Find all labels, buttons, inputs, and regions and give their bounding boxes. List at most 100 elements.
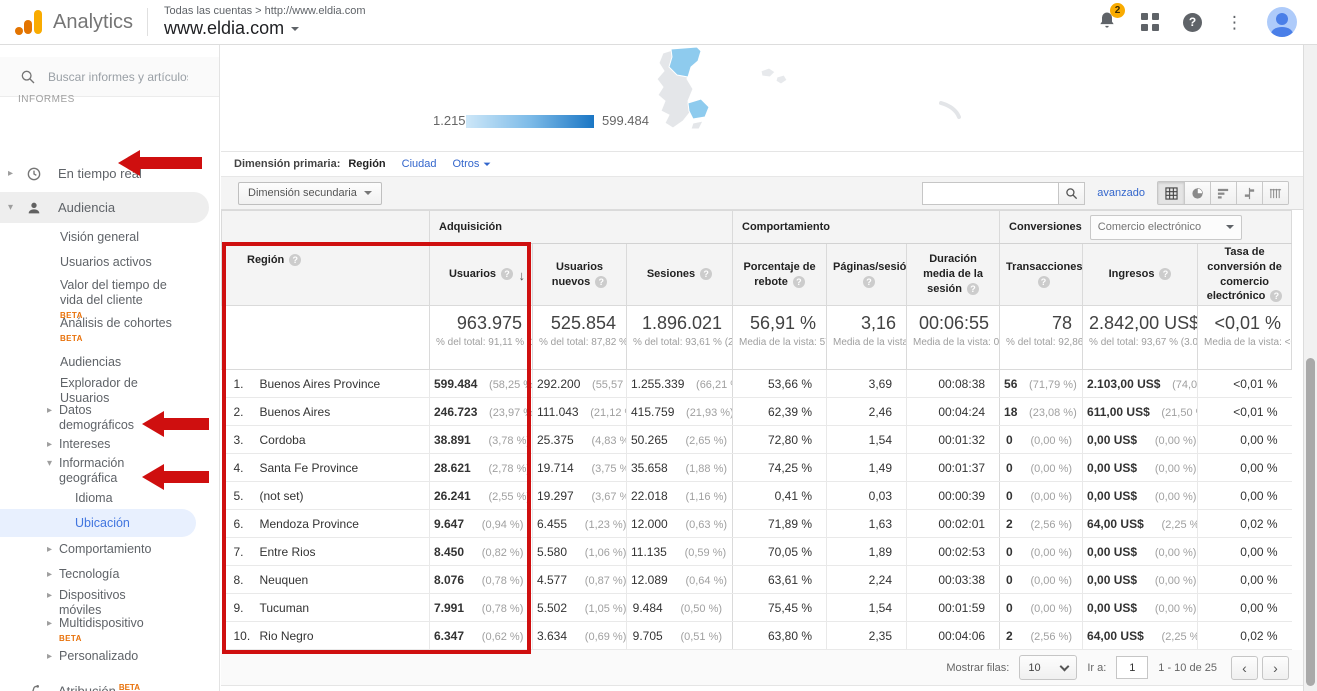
region-cell[interactable]: 7.Entre Rios [222, 538, 430, 566]
dimension-region-selected[interactable]: Región [348, 158, 385, 170]
sidebar-item-personalizado[interactable]: ▸ Personalizado [47, 649, 165, 664]
sidebar-search[interactable] [0, 57, 219, 97]
duration-cell: 00:01:59 [907, 594, 1000, 622]
region-cell[interactable]: 1.Buenos Aires Province [222, 370, 430, 398]
bounce-cell: 72,80 % [733, 426, 827, 454]
revenue-cell: 0,00 US$ (0,00 %) [1083, 482, 1198, 510]
help-icon[interactable]: ? [1159, 268, 1171, 280]
sidebar-item-audiencias[interactable]: Audiencias [60, 355, 174, 370]
sort-descending-icon[interactable]: ↓ [519, 267, 526, 285]
sidebar-item-usuarios-activos[interactable]: Usuarios activos [60, 255, 174, 270]
column-header-revenue[interactable]: Ingresos? [1083, 244, 1198, 306]
bounce-cell: 74,25 % [733, 454, 827, 482]
region-cell[interactable]: 2.Buenos Aires [222, 398, 430, 426]
sidebar-item-geografica[interactable]: ▾ Información geográfica [47, 456, 165, 486]
chevron-right-icon: ▸ [47, 405, 59, 416]
region-cell[interactable]: 3.Cordoba [222, 426, 430, 454]
column-header-sessions[interactable]: Sesiones? [627, 244, 733, 306]
column-header-users[interactable]: Usuarios? ↓ [430, 244, 533, 306]
help-icon[interactable]: ? [595, 276, 607, 288]
sidebar-item-realtime[interactable]: ▸ En tiempo real [8, 166, 142, 182]
help-icon[interactable]: ? [863, 276, 875, 288]
sidebar-item-intereses[interactable]: ▸ Intereses [47, 437, 165, 452]
sidebar-item-idioma[interactable]: Idioma [75, 491, 113, 505]
vertical-scrollbar[interactable] [1303, 45, 1317, 691]
map-legend-min: 1.215 [433, 113, 466, 128]
sidebar-item-multidispositivo[interactable]: ▸ Multidispositivo BETA [47, 616, 165, 646]
region-cell[interactable]: 4.Santa Fe Province [222, 454, 430, 482]
column-header-pages[interactable]: Páginas/sesión? [827, 244, 907, 306]
dimension-otros-link[interactable]: Otros [453, 158, 492, 170]
sessions-cell: 9.705 (0,51 %) [627, 622, 733, 650]
table-row: 4.Santa Fe Province 28.621 (2,78 %) 19.7… [222, 454, 1292, 482]
region-cell[interactable]: 5.(not set) [222, 482, 430, 510]
table-view-button[interactable] [1158, 182, 1184, 204]
avatar[interactable] [1267, 7, 1297, 37]
scrollbar-thumb[interactable] [1306, 358, 1315, 686]
sidebar-item-tecnologia[interactable]: ▸ Tecnología [47, 567, 165, 582]
region-cell[interactable]: 9.Tucuman [222, 594, 430, 622]
performance-view-button[interactable] [1210, 182, 1236, 204]
sidebar-item-comportamiento[interactable]: ▸ Comportamiento [47, 542, 165, 557]
conversion-type-select[interactable]: Comercio electrónico [1090, 215, 1242, 240]
table-search-button[interactable] [1058, 182, 1085, 205]
table-row: 9.Tucuman 7.991 (0,78 %) 5.502 (1,05 %) … [222, 594, 1292, 622]
rows-per-page-select[interactable]: 10 [1019, 655, 1077, 680]
table-row: 5.(not set) 26.241 (2,55 %) 19.297 (3,67… [222, 482, 1292, 510]
comparison-view-button[interactable] [1236, 182, 1262, 204]
pages-cell: 2,46 [827, 398, 907, 426]
sessions-cell: 11.135 (0,59 %) [627, 538, 733, 566]
bounce-cell: 63,80 % [733, 622, 827, 650]
help-icon[interactable]: ? [289, 254, 301, 266]
rate-cell: 0,00 % [1198, 454, 1292, 482]
sessions-cell: 35.658 (1,88 %) [627, 454, 733, 482]
help-icon[interactable]: ? [700, 268, 712, 280]
dimension-ciudad-link[interactable]: Ciudad [402, 158, 437, 170]
secondary-dimension-button[interactable]: Dimensión secundaria [238, 182, 382, 205]
duration-cell: 00:01:37 [907, 454, 1000, 482]
sidebar-item-dispositivos[interactable]: ▸ Dispositivos móviles [47, 588, 165, 618]
sidebar-item-vision-general[interactable]: Visión general [60, 230, 174, 245]
percentage-view-button[interactable] [1184, 182, 1210, 204]
sidebar-search-input[interactable] [48, 70, 188, 84]
region-cell[interactable]: 8.Neuquen [222, 566, 430, 594]
previous-page-button[interactable]: ‹ [1231, 656, 1258, 680]
column-header-bounce[interactable]: Porcentaje de rebote? [733, 244, 827, 306]
map-argentina-patagonia[interactable] [641, 45, 981, 145]
sidebar-item-explorador[interactable]: Explorador de Usuarios [60, 376, 174, 406]
column-header-region[interactable]: Región? [222, 244, 430, 306]
goto-page-input[interactable] [1116, 656, 1148, 679]
apps-grid-button[interactable] [1141, 13, 1159, 31]
rate-cell: 0,00 % [1198, 482, 1292, 510]
help-icon[interactable]: ? [967, 283, 979, 295]
notifications-button[interactable]: 2 [1097, 10, 1117, 35]
sidebar-item-ubicacion[interactable]: Ubicación [75, 516, 130, 530]
sidebar-item-cohortes[interactable]: Análisis de cohortes BETA [60, 316, 174, 346]
help-button[interactable]: ? [1183, 13, 1202, 32]
column-header-duration[interactable]: Duración media de la sesión? [907, 244, 1000, 306]
column-header-rate[interactable]: Tasa de conversión de comercio electróni… [1198, 244, 1292, 306]
sidebar-item-atribucion[interactable]: AtribuciónBETA [8, 683, 140, 691]
overflow-menu-button[interactable]: ⋮ [1226, 14, 1243, 31]
column-header-new-users[interactable]: Usuarios nuevos? [533, 244, 627, 306]
rate-cell: <0,01 % [1198, 398, 1292, 426]
advanced-filter-link[interactable]: avanzado [1097, 187, 1145, 199]
column-header-transactions[interactable]: Transacciones? [1000, 244, 1083, 306]
sidebar-item-demograficos[interactable]: ▸ Datos demográficos [47, 403, 165, 433]
map-legend-max: 599.484 [602, 113, 649, 128]
help-icon[interactable]: ? [1270, 290, 1282, 302]
region-cell[interactable]: 10.Rio Negro [222, 622, 430, 650]
next-page-button[interactable]: › [1262, 656, 1289, 680]
table-search-input[interactable] [922, 182, 1058, 205]
account-picker[interactable]: Todas las cuentas > http://www.eldia.com… [164, 5, 365, 40]
sidebar-item-audiencia[interactable]: ▾ Audiencia [8, 200, 115, 216]
help-icon[interactable]: ? [793, 276, 805, 288]
help-icon[interactable]: ? [501, 268, 513, 280]
sidebar-item-label: Audiencia [58, 200, 115, 215]
region-cell[interactable]: 6.Mendoza Province [222, 510, 430, 538]
pivot-view-button[interactable] [1262, 182, 1288, 204]
chevron-down-icon: ▾ [47, 458, 59, 469]
help-icon[interactable]: ? [1038, 276, 1050, 288]
users-cell: 599.484 (58,25 %) [430, 370, 533, 398]
analytics-logo-icon[interactable] [14, 9, 44, 35]
